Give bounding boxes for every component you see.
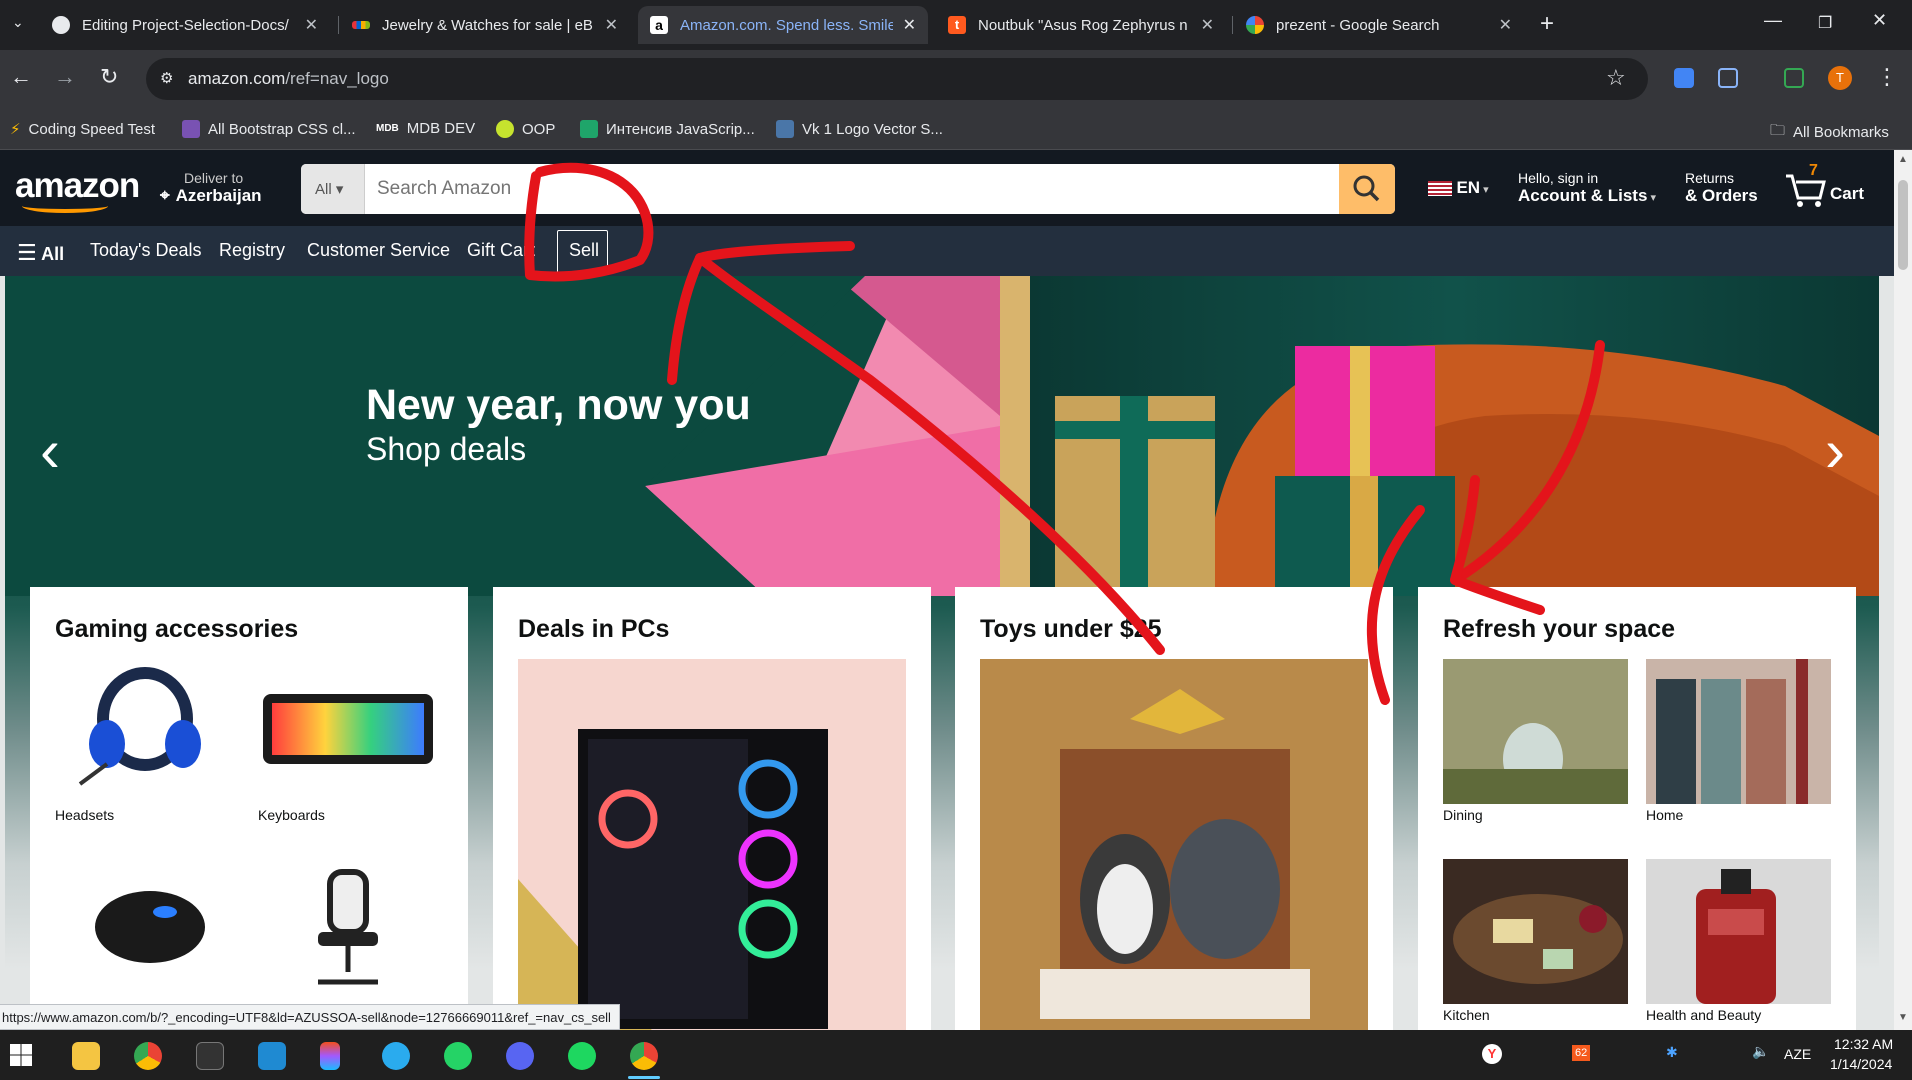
tab-title: Editing Project-Selection-Docs/ bbox=[82, 16, 289, 34]
bookmark-star-icon[interactable]: ☆ bbox=[1606, 65, 1626, 91]
bookmark-vk[interactable]: Vk 1 Logo Vector S... bbox=[776, 120, 943, 138]
new-tab-icon[interactable]: + bbox=[1540, 10, 1554, 38]
address-bar[interactable]: ⚙ amazon.com/ref=nav_logo ☆ bbox=[146, 58, 1648, 100]
h-icon bbox=[580, 120, 598, 138]
address-url: amazon.com/ref=nav_logo bbox=[188, 69, 389, 88]
oop-icon bbox=[496, 120, 514, 138]
translate-ext-icon[interactable] bbox=[1674, 68, 1694, 88]
tab-title: Noutbuk "Asus Rog Zephyrus n bbox=[978, 16, 1188, 34]
terminal-icon[interactable] bbox=[196, 1042, 224, 1070]
tab-ebay[interactable]: Jewelry & Watches for sale | eB ✕ bbox=[340, 6, 630, 44]
whatsapp-icon[interactable] bbox=[444, 1042, 472, 1070]
mdb-icon: MDB bbox=[376, 123, 399, 134]
back-icon[interactable]: ← bbox=[10, 64, 32, 90]
tab-search-icon[interactable]: ⌄ bbox=[12, 14, 24, 31]
bookmark-coding-speed[interactable]: ⚡ Coding Speed Test bbox=[10, 120, 155, 139]
folder-icon: 🗀 bbox=[1770, 122, 1786, 139]
bookmark-oop[interactable]: OOP bbox=[496, 120, 555, 138]
close-icon[interactable]: ✕ bbox=[605, 15, 618, 35]
discord-icon[interactable] bbox=[506, 1042, 534, 1070]
scrollbar-thumb[interactable] bbox=[1898, 180, 1908, 270]
bookmarks-bar: ⚡ Coding Speed Test All Bootstrap CSS cl.… bbox=[0, 108, 1912, 150]
yandex-icon[interactable]: Y bbox=[1482, 1044, 1502, 1064]
chrome-profile-icon[interactable] bbox=[630, 1042, 658, 1070]
close-icon[interactable]: ✕ bbox=[1499, 15, 1512, 35]
ebay-icon bbox=[352, 21, 370, 29]
close-window-icon[interactable]: ✕ bbox=[1872, 10, 1887, 31]
browser-toolbar: ← → ↻ ⚙ amazon.com/ref=nav_logo ☆ T ⋮ bbox=[0, 50, 1912, 108]
bluetooth-icon[interactable]: ✱ bbox=[1666, 1044, 1678, 1061]
windows-taskbar: Y 62 ✱ 🔈 AZE 12:32 AM 1/14/2024 bbox=[0, 1030, 1912, 1080]
tab-amazon[interactable]: a Amazon.com. Spend less. Smile ✕ bbox=[638, 6, 928, 44]
bookmark-bootstrap[interactable]: All Bootstrap CSS cl... bbox=[182, 120, 356, 138]
tab-noutbuk[interactable]: t Noutbuk "Asus Rog Zephyrus n ✕ bbox=[936, 6, 1226, 44]
figma-icon[interactable] bbox=[320, 1042, 340, 1070]
scroll-up-icon[interactable]: ▲ bbox=[1898, 154, 1908, 165]
tab-strip: ⌄ Editing Project-Selection-Docs/ ✕ Jewe… bbox=[0, 0, 1912, 50]
scroll-down-icon[interactable]: ▼ bbox=[1898, 1012, 1908, 1023]
chrome-icon[interactable] bbox=[134, 1042, 162, 1070]
restore-icon[interactable]: ❐ bbox=[1818, 13, 1832, 33]
tab-github[interactable]: Editing Project-Selection-Docs/ ✕ bbox=[40, 6, 330, 44]
clock-date[interactable]: 1/14/2024 bbox=[1830, 1056, 1892, 1072]
page-scrollbar[interactable]: ▲ ▼ bbox=[1894, 150, 1912, 1030]
github-icon bbox=[52, 16, 70, 34]
all-bookmarks[interactable]: 🗀 All Bookmarks bbox=[1770, 120, 1889, 145]
amazon-page: amazon Deliver to ⌖Azerbaijan All ▾ EN ▾… bbox=[0, 150, 1894, 1030]
active-app-indicator bbox=[628, 1076, 660, 1079]
minimize-icon[interactable]: — bbox=[1764, 10, 1782, 31]
telegram-icon[interactable] bbox=[382, 1042, 410, 1070]
reload-icon[interactable]: ↻ bbox=[100, 64, 118, 90]
red-annotations bbox=[524, 162, 1605, 705]
spotify-icon[interactable] bbox=[568, 1042, 596, 1070]
close-icon[interactable]: ✕ bbox=[1201, 15, 1214, 35]
close-icon[interactable]: ✕ bbox=[305, 15, 318, 35]
t-icon: t bbox=[948, 16, 966, 34]
clock-time[interactable]: 12:32 AM bbox=[1834, 1036, 1893, 1052]
tab-title: Jewelry & Watches for sale | eB bbox=[382, 16, 593, 34]
start-icon[interactable] bbox=[10, 1044, 32, 1066]
vk-icon bbox=[776, 120, 794, 138]
keyboard-language[interactable]: AZE bbox=[1784, 1046, 1811, 1062]
volume-icon[interactable]: 🔈 bbox=[1752, 1043, 1769, 1060]
profile-avatar[interactable]: T bbox=[1828, 66, 1852, 90]
vscode-icon[interactable] bbox=[258, 1042, 286, 1070]
bootstrap-icon bbox=[182, 120, 200, 138]
side-panel-icon[interactable] bbox=[1784, 68, 1804, 88]
file-explorer-icon[interactable] bbox=[72, 1042, 100, 1070]
menu-icon[interactable]: ⋮ bbox=[1876, 64, 1898, 90]
site-info-icon[interactable]: ⚙ bbox=[160, 69, 173, 87]
bookmark-intensiv[interactable]: Интенсив JavaScrip... bbox=[580, 120, 755, 138]
tab-title: prezent - Google Search bbox=[1276, 16, 1440, 34]
bookmark-mdb[interactable]: MDB MDB DEV bbox=[376, 120, 475, 137]
tab-google[interactable]: prezent - Google Search ✕ bbox=[1234, 6, 1524, 44]
google-icon bbox=[1246, 16, 1264, 34]
link-status-bar: https://www.amazon.com/b/?_encoding=UTF8… bbox=[0, 1004, 620, 1030]
amazon-icon: a bbox=[650, 16, 668, 34]
forward-icon[interactable]: → bbox=[54, 64, 76, 90]
extension-icon[interactable] bbox=[1718, 68, 1738, 88]
lightning-icon: ⚡ bbox=[10, 121, 21, 138]
close-icon[interactable]: ✕ bbox=[903, 15, 916, 35]
tab-title: Amazon.com. Spend less. Smile bbox=[680, 16, 893, 34]
tray-app-badge[interactable]: 62 bbox=[1572, 1045, 1591, 1061]
